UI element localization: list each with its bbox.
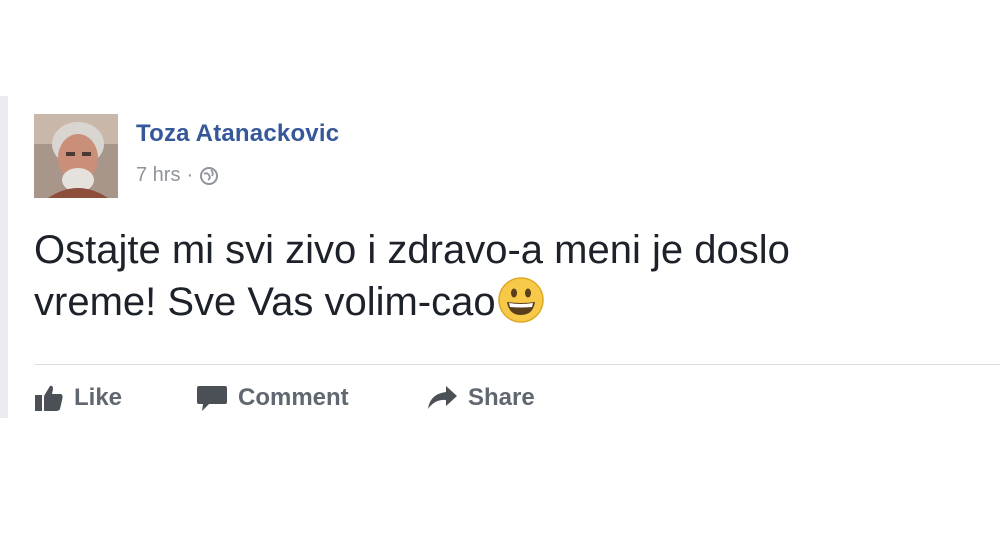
thumbs-up-icon (35, 385, 63, 411)
post-actions: Like Comment Share (34, 380, 566, 416)
share-arrow-icon (428, 386, 457, 409)
grinning-face-emoji-icon (497, 277, 544, 323)
post-text: Ostajte mi svi zivo i zdravo-a meni je d… (34, 224, 1000, 328)
post-text-line-2: vreme! Sve Vas volim-cao (34, 276, 1000, 328)
author-name[interactable]: Toza Atanackovic (136, 120, 339, 148)
post-card: Toza Atanackovic 7 hrs · Ostajte mi svi … (0, 96, 1000, 418)
post-meta: 7 hrs · (136, 164, 219, 187)
avatar-image (34, 114, 118, 198)
comment-icon (197, 386, 227, 411)
share-button[interactable]: Share (426, 384, 566, 412)
avatar[interactable] (34, 114, 118, 198)
post-timestamp[interactable]: 7 hrs (136, 164, 180, 187)
comment-button[interactable]: Comment (196, 383, 426, 413)
globe-icon[interactable] (199, 166, 219, 186)
post-text-line-2-text: vreme! Sve Vas volim-cao (34, 280, 496, 324)
like-button[interactable]: Like (34, 384, 196, 412)
post-text-line-1: Ostajte mi svi zivo i zdravo-a meni je d… (34, 228, 790, 272)
meta-separator: · (186, 164, 194, 186)
share-label: Share (468, 384, 535, 411)
actions-divider (34, 364, 1000, 365)
comment-label: Comment (238, 384, 349, 411)
like-label: Like (74, 384, 123, 411)
